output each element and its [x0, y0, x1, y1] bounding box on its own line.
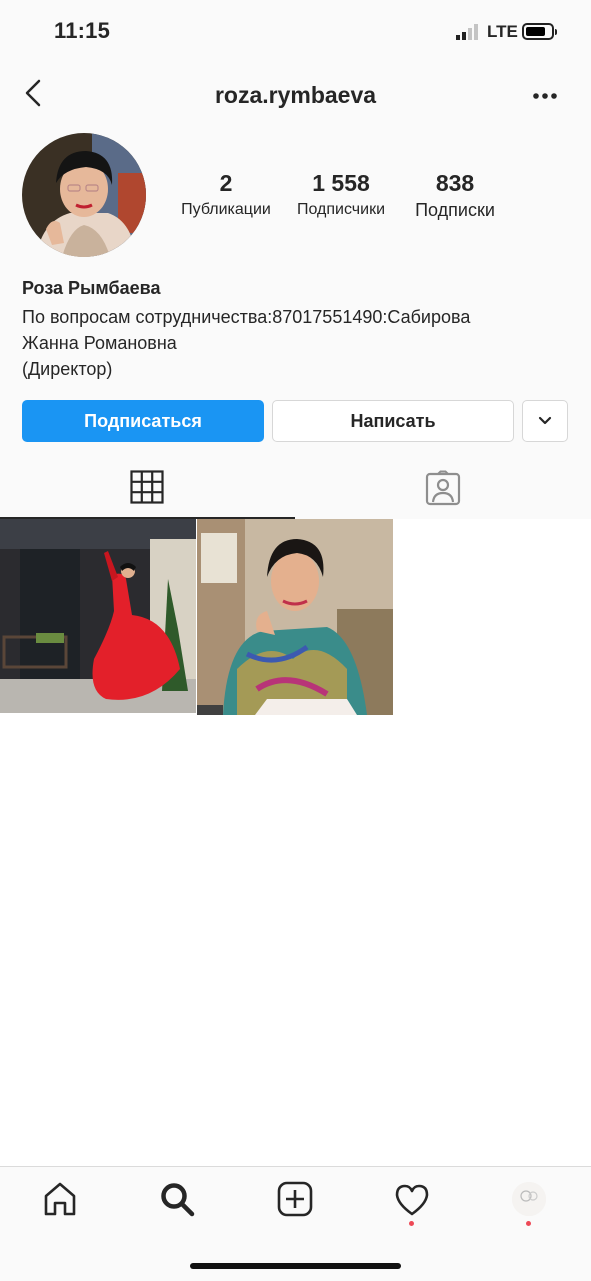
profile-full-name: Роза Рымбаева [22, 278, 161, 298]
stat-label: Подписки [415, 200, 495, 220]
signal-bars-icon [456, 24, 478, 40]
heart-icon[interactable] [394, 1183, 430, 1217]
notification-dot [409, 1221, 414, 1226]
home-indicator [190, 1263, 401, 1269]
profile-bio: По вопросам сотрудничества:87017551490:С… [22, 304, 572, 382]
search-icon[interactable] [159, 1181, 195, 1217]
follow-button[interactable]: Подписаться [22, 400, 264, 442]
battery-icon [522, 23, 557, 40]
following-count[interactable]: 838 Подписки [404, 170, 506, 224]
profile-tabs [0, 460, 591, 520]
posts-count[interactable]: 2 Публикации [174, 170, 278, 224]
bio-line: Жанна Романовна [22, 333, 177, 353]
network-type: LTE [487, 22, 518, 41]
post-thumbnail[interactable] [0, 519, 196, 715]
profile-avatar-icon[interactable] [512, 1182, 546, 1216]
message-button[interactable]: Написать [272, 400, 514, 442]
chevron-down-icon [538, 416, 552, 425]
stat-value: 2 [219, 170, 233, 196]
stat-value: 1 558 [312, 170, 370, 196]
profile-username: roza.rymbaeva [214, 82, 377, 108]
status-time: 11:15 [54, 18, 111, 43]
tagged-person-icon[interactable] [425, 470, 461, 506]
posts-grid [0, 519, 591, 1166]
stat-value: 838 [435, 170, 475, 196]
notification-dot [526, 1221, 531, 1226]
ellipsis-icon[interactable] [532, 92, 558, 100]
bio-line: По вопросам сотрудничества:87017551490:С… [22, 307, 471, 327]
home-icon[interactable] [42, 1181, 78, 1217]
post-thumbnail[interactable] [197, 519, 393, 715]
add-post-icon[interactable] [277, 1181, 313, 1217]
stat-label: Публикации [181, 201, 271, 218]
profile-avatar[interactable] [22, 133, 146, 257]
followers-count[interactable]: 1 558 Подписчики [288, 170, 394, 224]
stat-label: Подписчики [296, 201, 385, 218]
suggested-accounts-button[interactable] [522, 400, 568, 442]
grid-icon[interactable] [130, 470, 164, 504]
bio-line: (Директор) [22, 359, 113, 379]
